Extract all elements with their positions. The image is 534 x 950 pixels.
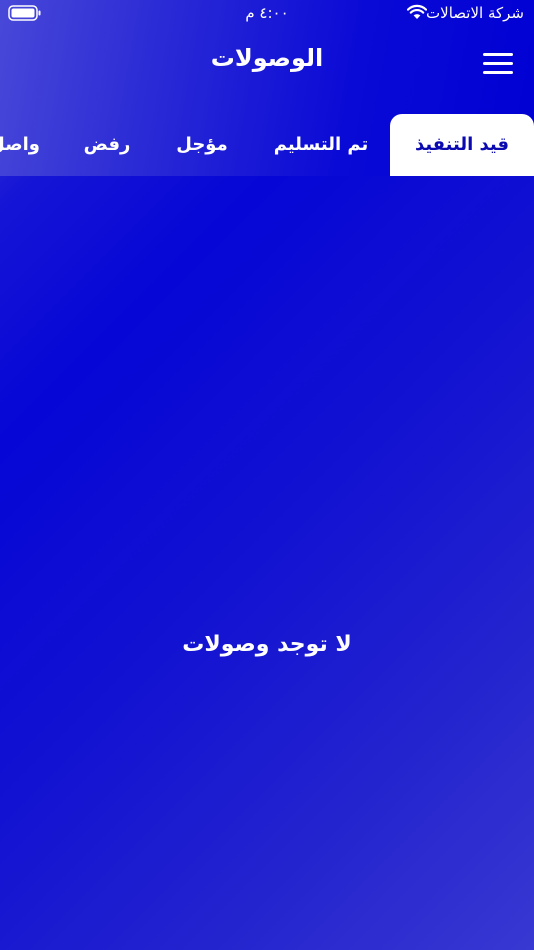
tab-arrived[interactable]: واصل bbox=[0, 114, 40, 176]
wifi-icon bbox=[407, 4, 427, 19]
tab-in-progress[interactable]: قيد التنفيذ bbox=[390, 114, 534, 176]
status-tabs: قيد التنفيذ تم التسليم مؤجل رفض واصل bbox=[0, 114, 534, 176]
empty-state-message: لا توجد وصولات bbox=[182, 632, 352, 657]
hamburger-menu-icon bbox=[483, 52, 513, 56]
tab-rejected[interactable]: رفض bbox=[72, 114, 142, 176]
tab-postponed[interactable]: مؤجل bbox=[164, 114, 240, 176]
menu-button[interactable] bbox=[478, 46, 518, 80]
page-title: الوصولات bbox=[210, 44, 324, 72]
status-bar: ٤:٠٠ م شركة الاتصالات bbox=[0, 0, 534, 28]
tab-delivered[interactable]: تم التسليم bbox=[262, 114, 380, 176]
carrier-name: شركة الاتصالات bbox=[426, 4, 524, 22]
